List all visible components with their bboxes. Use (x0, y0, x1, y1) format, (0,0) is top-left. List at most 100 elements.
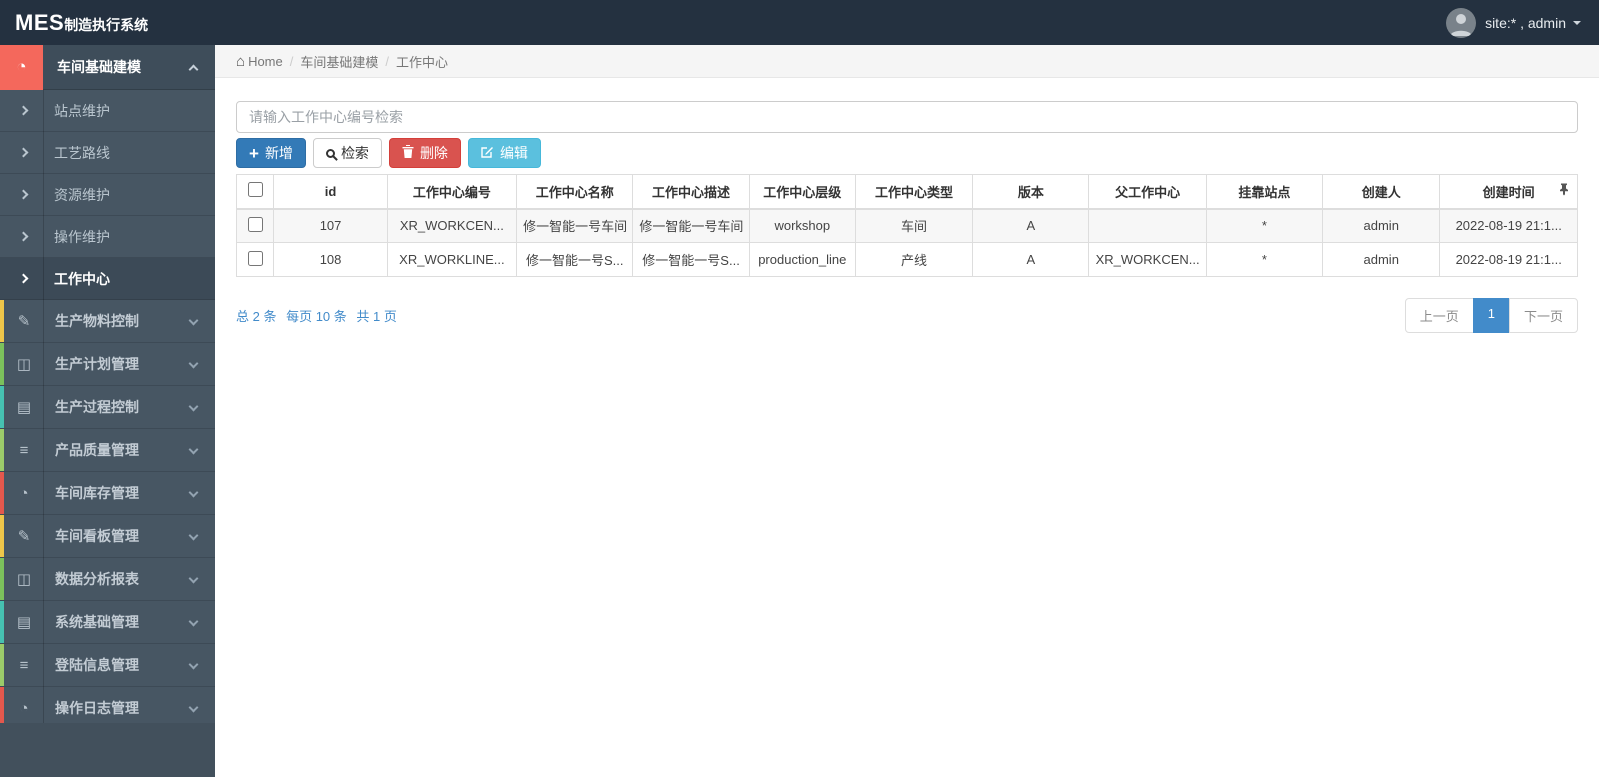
sidebar-item-data-report[interactable]: 数据分析报表 (0, 558, 215, 601)
column-header-parent[interactable]: 父工作中心 (1088, 174, 1207, 210)
color-stripe (0, 429, 4, 471)
cell-site: * (1205, 242, 1324, 277)
sidebar-item-kanban-management[interactable]: 车间看板管理 (0, 515, 215, 558)
breadcrumb-separator: / (289, 53, 294, 69)
table-row[interactable]: 107 XR_WORKCEN... 修一智能一号车间 修一智能一号车间 work… (235, 208, 1578, 243)
breadcrumb-level1[interactable]: 车间基础建模 (300, 52, 378, 71)
sidebar-subitem-site-maintenance[interactable]: 站点维护 (0, 90, 215, 132)
chevron-right-icon (18, 231, 29, 242)
page-count: 共 1 页 (356, 309, 397, 324)
column-header-level[interactable]: 工作中心层级 (748, 174, 856, 210)
color-stripe (0, 300, 4, 342)
column-header-creator[interactable]: 创建人 (1322, 174, 1441, 210)
cell-description: 修一智能一号S... (632, 242, 750, 277)
sidebar-item-system-management[interactable]: 系统基础管理 (0, 601, 215, 644)
column-header-description[interactable]: 工作中心描述 (632, 174, 750, 210)
workcenter-table: id 工作中心编号 工作中心名称 工作中心描述 工作中心层级 工作中心类型 版本… (235, 174, 1578, 277)
sidebar-subitem-resource-maintenance[interactable]: 资源维护 (0, 174, 215, 216)
cell-site: * (1205, 208, 1324, 243)
chevron-right-icon (18, 147, 29, 158)
pencil-icon (14, 527, 34, 545)
prev-page-button[interactable]: 上一页 (1404, 298, 1474, 333)
cell-type: 产线 (854, 242, 974, 277)
sidebar-item-label: 数据分析报表 (55, 571, 139, 587)
sidebar-subitem-operation-maintenance[interactable]: 操作维护 (0, 216, 215, 258)
column-header-label: 创建时间 (1482, 184, 1535, 200)
gauge-icon (14, 700, 34, 717)
color-stripe (0, 343, 4, 385)
chevron-right-icon (18, 273, 29, 284)
sidebar-item-quality-management[interactable]: 产品质量管理 (0, 429, 215, 472)
cell-code: XR_WORKCEN... (386, 208, 518, 243)
cell-code: XR_WORKLINE... (386, 242, 518, 277)
brand-subtitle: 制造执行系统 (64, 16, 149, 33)
row-checkbox[interactable] (247, 216, 263, 232)
search-input[interactable] (236, 101, 1578, 133)
column-header-created-time[interactable]: 创建时间 (1439, 174, 1578, 210)
add-button[interactable]: + 新增 (236, 138, 306, 168)
page-1-button[interactable]: 1 (1472, 298, 1510, 333)
pagination: 上一页 1 下一页 (1404, 298, 1578, 333)
select-all-cell (235, 174, 275, 210)
search-button-label: 检索 (340, 145, 369, 161)
sidebar-item-process-control[interactable]: 生产过程控制 (0, 386, 215, 429)
sidebar-item-plan-management[interactable]: 生产计划管理 (0, 343, 215, 386)
search-icon (325, 148, 335, 158)
chevron-down-icon (188, 487, 199, 497)
breadcrumb-home[interactable]: Home (248, 54, 283, 69)
brand-mes: MES (15, 9, 65, 35)
sidebar-subitem-process-route[interactable]: 工艺路线 (0, 132, 215, 174)
pagination-summary: 总 2 条 每页 10 条 共 1 页 (236, 306, 403, 325)
per-page-count: 每页 10 条 (286, 309, 347, 324)
avatar (1446, 7, 1477, 38)
cell-name: 修一智能一号S... (516, 242, 634, 277)
select-all-checkbox[interactable] (247, 182, 263, 198)
sidebar-item-operation-log[interactable]: 操作日志管理 (0, 687, 215, 723)
sidebar-item-material-control[interactable]: 生产物料控制 (0, 300, 215, 343)
next-page-button[interactable]: 下一页 (1508, 298, 1578, 333)
list-icon (14, 442, 34, 459)
columns-icon (14, 570, 34, 588)
list-icon (14, 657, 34, 674)
column-header-name[interactable]: 工作中心名称 (516, 174, 634, 210)
sidebar-item-inventory-management[interactable]: 车间库存管理 (0, 472, 215, 515)
sidebar-subitem-work-center[interactable]: 工作中心 (0, 258, 215, 300)
pin-icon[interactable] (1559, 183, 1569, 199)
row-checkbox[interactable] (247, 250, 263, 266)
cell-description: 修一智能一号车间 (632, 208, 750, 243)
sidebar-item-workshop-modeling[interactable]: 车间基础建模 (0, 45, 215, 90)
trash-icon (402, 145, 414, 161)
chevron-down-icon (188, 702, 199, 712)
color-stripe (0, 687, 4, 723)
sidebar-item-login-info[interactable]: 登陆信息管理 (0, 644, 215, 687)
delete-button[interactable]: 删除 (388, 138, 461, 168)
table-row[interactable]: 108 XR_WORKLINE... 修一智能一号S... 修一智能一号S...… (235, 242, 1578, 277)
chevron-down-icon (1573, 20, 1581, 25)
column-header-type[interactable]: 工作中心类型 (854, 174, 974, 210)
cell-name: 修一智能一号车间 (516, 208, 634, 243)
home-icon: ⌂ (236, 52, 246, 70)
column-header-site[interactable]: 挂靠站点 (1205, 174, 1324, 210)
sidebar: 车间基础建模 站点维护 工艺路线 资源维护 操作维护 工作中心 生产物料控制 (0, 45, 215, 777)
chevron-down-icon (188, 573, 199, 583)
row-select-cell (235, 208, 275, 243)
color-stripe (0, 644, 4, 686)
breadcrumb-current: 工作中心 (396, 54, 449, 70)
color-stripe (0, 601, 4, 643)
cell-type: 车间 (854, 208, 974, 243)
cell-version: A (972, 208, 1090, 243)
sidebar-item-label: 操作日志管理 (55, 700, 139, 716)
chevron-right-icon (18, 189, 29, 200)
column-header-version[interactable]: 版本 (972, 174, 1090, 210)
color-stripe (0, 472, 4, 514)
total-count: 总 2 条 (236, 309, 277, 324)
edit-button[interactable]: 编辑 (467, 138, 541, 168)
sidebar-item-label: 生产物料控制 (55, 313, 139, 329)
search-button[interactable]: 检索 (312, 138, 382, 168)
column-header-code[interactable]: 工作中心编号 (386, 174, 518, 210)
column-header-id[interactable]: id (273, 174, 388, 210)
user-menu[interactable]: site:* , admin (1446, 7, 1599, 38)
gauge-icon (0, 45, 43, 90)
book-icon (14, 398, 34, 416)
sidebar-subitem-label: 资源维护 (54, 186, 110, 203)
